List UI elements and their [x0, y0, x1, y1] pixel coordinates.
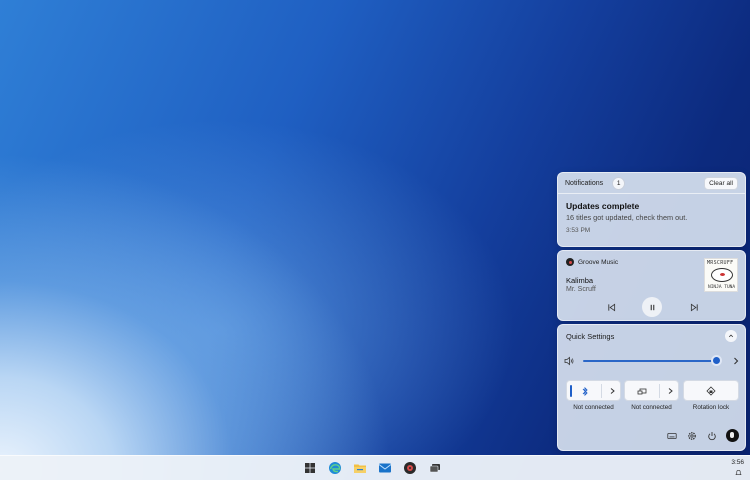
media-panel: Groove Music Kalimba Mr. Scruff MRSCRUFF… [557, 250, 746, 321]
next-track-button[interactable] [685, 298, 703, 316]
album-art-figure [711, 268, 733, 282]
notification-heading: Updates complete [566, 201, 640, 211]
settings-icon [688, 431, 696, 440]
task-view-icon[interactable] [428, 461, 442, 475]
edge-icon[interactable] [328, 461, 342, 475]
keyboard-button[interactable] [666, 430, 678, 442]
volume-slider-thumb[interactable] [711, 355, 722, 366]
power-button[interactable] [706, 430, 718, 442]
notification-card[interactable]: Updates complete 16 titles got updated, … [558, 194, 745, 241]
chevron-right-icon[interactable] [609, 387, 616, 395]
previous-track-button[interactable] [602, 298, 620, 316]
notifications-title: Notifications [565, 179, 604, 187]
quick-settings-header: Quick Settings [558, 325, 745, 347]
pause-icon [650, 304, 654, 310]
notifications-panel: Notifications 1 Clear all Updates comple… [557, 172, 746, 247]
keyboard-icon [667, 432, 677, 439]
media-source: Groove Music [566, 258, 618, 266]
volume-row [564, 355, 742, 367]
next-track-icon [690, 303, 698, 311]
song-title: Kalimba [566, 276, 594, 285]
taskbar-clock[interactable]: 3:56 [731, 459, 744, 466]
chevron-up-icon [728, 334, 734, 338]
notification-icon[interactable] [735, 469, 742, 476]
bluetooth-tile-label: Not connected [573, 404, 614, 411]
volume-slider-track[interactable] [583, 360, 717, 362]
notification-count-badge: 1 [612, 176, 626, 190]
quick-settings-title: Quick Settings [566, 331, 615, 341]
clear-all-button[interactable]: Clear all [704, 176, 738, 190]
chevron-right-icon[interactable] [732, 356, 740, 366]
bluetooth-icon [582, 386, 588, 397]
user-avatar[interactable] [726, 429, 739, 442]
notification-body: 16 titles got updated, check them out. [566, 213, 688, 222]
groove-music-icon[interactable] [403, 461, 417, 475]
media-app-name: Groove Music [578, 258, 619, 266]
rotation-lock-icon [706, 385, 716, 396]
quick-settings-panel: Quick Settings Not connected Not connect… [557, 324, 746, 451]
volume-icon[interactable] [564, 356, 574, 366]
project-tile[interactable] [624, 380, 679, 401]
start-icon[interactable] [303, 461, 317, 475]
taskbar: 3:56 [0, 455, 750, 480]
project-tile-label: Not connected [631, 404, 672, 411]
previous-track-icon [607, 303, 615, 311]
album-art-text-bottom: NINJA TUNA [708, 285, 736, 290]
album-art-text-top: MRSCRUFF [707, 260, 734, 266]
quick-settings-footer [666, 429, 739, 442]
chevron-right-icon[interactable] [667, 387, 674, 395]
pause-button[interactable] [642, 297, 662, 317]
tile-divider [659, 384, 660, 398]
mail-icon[interactable] [378, 461, 392, 475]
collapse-button[interactable] [725, 330, 737, 342]
rotation-lock-tile[interactable] [683, 380, 739, 401]
file-explorer-icon[interactable] [353, 461, 367, 475]
tile-divider [601, 384, 602, 398]
project-icon [637, 388, 647, 395]
groove-music-icon [566, 258, 574, 266]
notification-time: 3:53 PM [566, 227, 591, 234]
power-icon [708, 431, 716, 440]
notifications-header: Notifications 1 Clear all [558, 173, 745, 194]
tile-active-indicator [570, 385, 572, 397]
settings-button[interactable] [686, 430, 698, 442]
bluetooth-tile[interactable] [566, 380, 621, 401]
song-artist: Mr. Scruff [566, 286, 596, 293]
album-art: MRSCRUFF NINJA TUNA [704, 258, 738, 292]
rotation-lock-tile-label: Rotation lock [692, 404, 730, 411]
